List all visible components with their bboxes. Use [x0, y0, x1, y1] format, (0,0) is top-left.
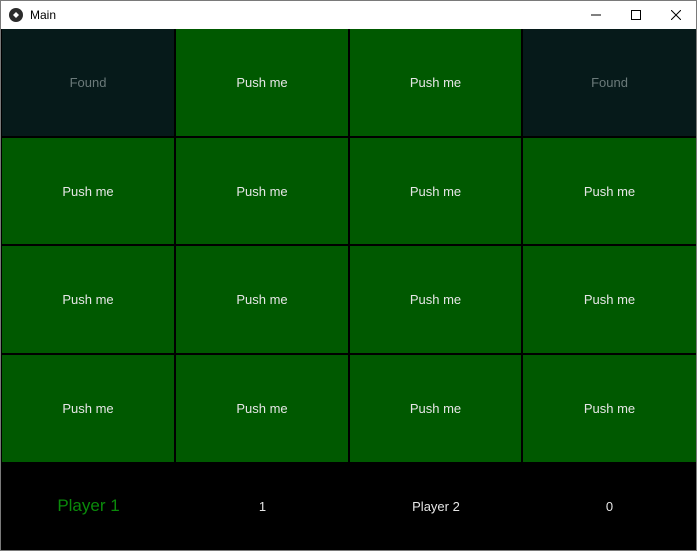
grid-cell[interactable]: Push me — [2, 355, 174, 462]
grid-cell[interactable]: Found — [523, 29, 696, 136]
maximize-icon — [631, 10, 641, 20]
grid-cell[interactable]: Push me — [176, 138, 348, 244]
app-window: Main Found Push me Push me Found Push me… — [0, 0, 697, 551]
maximize-button[interactable] — [616, 1, 656, 29]
title-bar[interactable]: Main — [1, 1, 696, 29]
player1-label: Player 1 — [57, 496, 120, 515]
grid-cell[interactable]: Push me — [176, 355, 348, 462]
player2-label: Player 2 — [412, 498, 460, 514]
player2-score: 0 — [605, 498, 614, 514]
scoreboard: Player 1 1 Player 2 0 — [2, 462, 696, 550]
grid-cell[interactable]: Push me — [2, 246, 174, 353]
grid-cell[interactable]: Push me — [350, 138, 521, 244]
minimize-button[interactable] — [576, 1, 616, 29]
minimize-icon — [591, 14, 601, 16]
grid-cell[interactable]: Push me — [350, 246, 521, 353]
grid-cell[interactable]: Push me — [2, 138, 174, 244]
close-button[interactable] — [656, 1, 696, 29]
grid-cell[interactable]: Push me — [523, 138, 696, 244]
card-grid: Found Push me Push me Found Push me Push… — [2, 29, 696, 462]
grid-cell[interactable]: Push me — [523, 246, 696, 353]
grid-cell[interactable]: Push me — [350, 355, 521, 462]
kivy-app-icon — [9, 8, 23, 22]
player1-score: 1 — [258, 498, 267, 514]
grid-cell[interactable]: Push me — [523, 355, 696, 462]
grid-cell[interactable]: Push me — [176, 246, 348, 353]
window-title: Main — [30, 8, 57, 22]
grid-cell[interactable]: Push me — [350, 29, 521, 136]
grid-cell[interactable]: Found — [2, 29, 174, 136]
grid-cell[interactable]: Push me — [176, 29, 348, 136]
close-icon — [671, 10, 681, 20]
